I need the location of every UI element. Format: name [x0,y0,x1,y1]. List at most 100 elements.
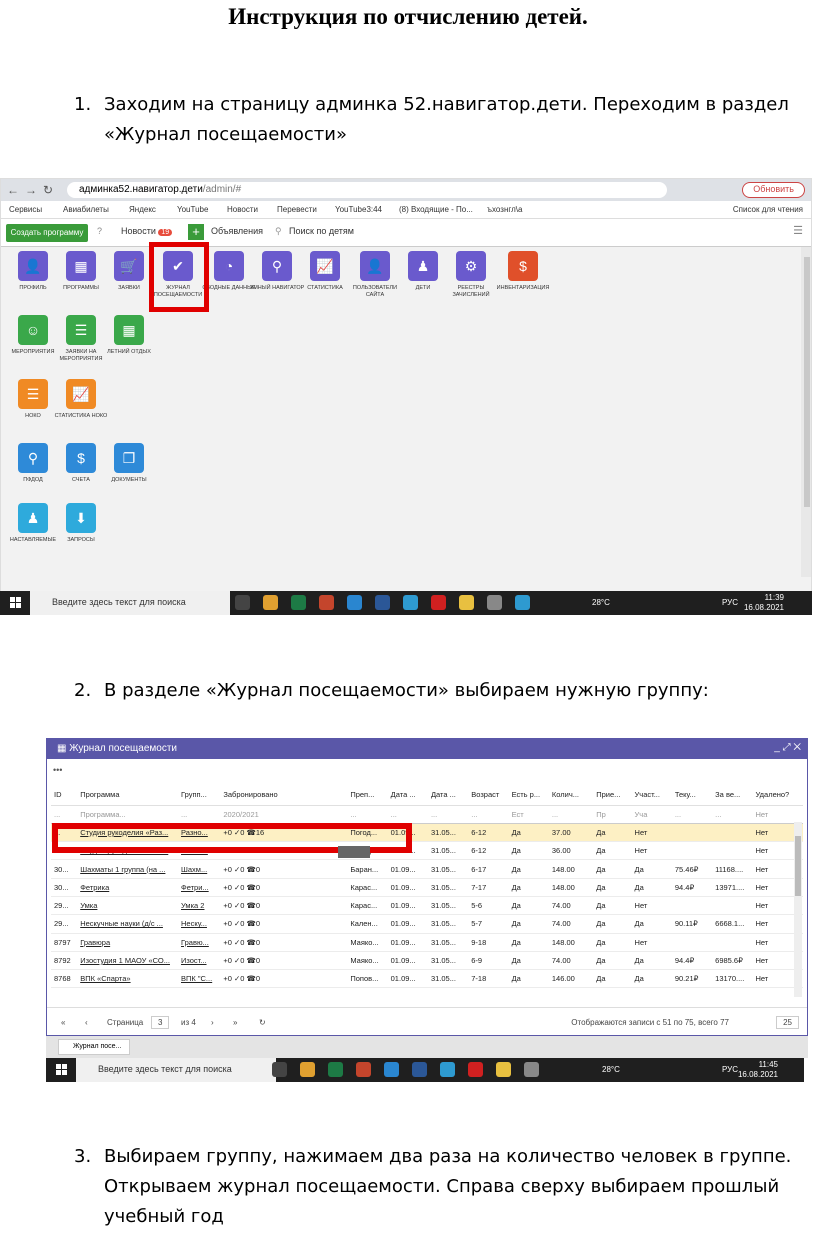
bookmark-item[interactable]: YouTube3:44 [335,205,382,214]
task-view-icon[interactable] [235,595,250,610]
folder-icon[interactable] [496,1062,511,1077]
word-icon[interactable] [375,595,390,610]
column-header[interactable]: Дата ... [427,785,469,806]
lang-indicator[interactable]: РУС [722,1065,738,1074]
filter-input[interactable]: 2020/2021 [220,805,348,824]
column-header[interactable]: Дата ... [387,785,428,806]
chrome-icon[interactable] [300,1062,315,1077]
opera-icon[interactable] [468,1062,483,1077]
settings-icon[interactable] [487,595,502,610]
column-header[interactable]: Удалено? [752,785,803,806]
column-header[interactable]: Возраст [468,785,509,806]
filter-input[interactable]: ... [387,805,428,824]
first-page-icon[interactable]: « [61,1018,65,1027]
filter-input[interactable]: ... [671,805,713,824]
filter-input[interactable]: Уча [631,805,672,824]
filter-input[interactable]: ... [51,805,78,824]
bookmark-item[interactable]: Авиабилеты [63,205,109,214]
journal-tab[interactable]: Журнал посе... [58,1039,130,1055]
app-tile[interactable]: $ ИНВЕНТАРИЗАЦИЯ [493,251,553,292]
word-icon[interactable] [412,1062,427,1077]
windows-start-icon[interactable] [10,597,21,608]
filter-input[interactable]: ... [427,805,469,824]
reading-list-link[interactable]: Список для чтения [733,205,803,214]
help-app-icon[interactable] [515,595,530,610]
excel-icon[interactable] [328,1062,343,1077]
back-icon[interactable]: ← [7,183,19,197]
clock[interactable]: 11:45 16.08.2021 [738,1060,778,1080]
filter-input[interactable]: Нет [752,805,803,824]
filter-input[interactable]: ... [548,805,594,824]
table-row[interactable]: 8797 Гравюра Гравю... +0 ✓0 ☎0 Маяко... 01.09… [51,933,803,952]
app-tile[interactable]: ▦ ЛЕТНИЙ ОТДЫХ [99,315,159,356]
more-options-button[interactable]: ••• [53,765,62,775]
table-row[interactable]: 8792 Изостудия 1 МАОУ «СО... Изост... +0 ✓0… [51,951,803,971]
menu-icon[interactable]: ☰ [793,224,803,237]
app-icon[interactable] [403,595,418,610]
prev-page-icon[interactable]: ‹ [85,1018,88,1027]
filter-input[interactable]: ... [712,805,753,824]
table-row[interactable]: 30... Шахматы 1 группа (на ... Шахм... +0 ✓… [51,859,803,879]
reload-icon[interactable]: ↻ [43,183,53,197]
next-page-icon[interactable]: › [211,1018,214,1027]
update-button[interactable]: Обновить [742,182,805,198]
column-header[interactable]: Есть р... [508,785,549,806]
window-controls[interactable]: _ ⤢ ✕ [774,742,801,753]
lang-indicator[interactable]: РУС [722,598,738,607]
table-row[interactable]: 29... Умка Умка 2 +0 ✓0 ☎0 Карас... 01.09... 3… [51,896,803,916]
last-page-icon[interactable]: » [233,1018,237,1027]
filter-input[interactable]: ... [468,805,509,824]
edge-icon[interactable] [347,595,362,610]
taskbar-search-input[interactable]: Введите здесь текст для поиска [76,1058,276,1082]
bookmark-item[interactable]: Яндекс [129,205,156,214]
chrome-icon[interactable] [263,595,278,610]
app-icon[interactable] [440,1062,455,1077]
scrollbar-thumb[interactable] [795,836,801,896]
bookmark-item[interactable]: Перевести [277,205,317,214]
edge-icon[interactable] [384,1062,399,1077]
column-header[interactable]: Участ... [631,785,672,806]
bookmark-item[interactable]: (8) Входящие - По... [399,205,473,214]
refresh-icon[interactable]: ↻ [259,1018,266,1027]
forward-icon[interactable]: → [25,183,37,197]
opera-icon[interactable] [431,595,446,610]
powerpoint-icon[interactable] [356,1062,371,1077]
table-row[interactable]: 30... Фетрика Фетри... +0 ✓0 ☎0 Карас... 01.0… [51,878,803,897]
taskbar-search-input[interactable]: Введите здесь текст для поиска [30,591,230,615]
table-row[interactable]: 8768 ВПК «Спарта» ВПК "С... +0 ✓0 ☎0 Попов..… [51,969,803,989]
folder-icon[interactable] [459,595,474,610]
child-search-button[interactable]: Поиск по детям [289,226,354,236]
page-input[interactable]: 3 [151,1016,170,1029]
column-header[interactable]: За ве... [712,785,753,806]
add-button[interactable]: + [188,224,204,240]
bookmark-item[interactable]: Новости [227,205,258,214]
settings-icon[interactable] [524,1062,539,1077]
column-header[interactable]: ID [51,785,78,806]
app-tile[interactable]: ⚙ РЕЕСТРЫ ЗАЧИСЛЕНИЙ [441,251,501,299]
excel-icon[interactable] [291,595,306,610]
column-header[interactable]: Прие... [593,785,632,806]
url-field[interactable]: админка52.навигатор.дети/admin/# [67,182,667,198]
table-scrollbar[interactable] [794,822,802,997]
bookmark-item[interactable]: Сервисы [9,205,42,214]
filter-input[interactable]: Программа... [77,805,178,824]
column-header[interactable]: Забронировано [220,785,348,806]
column-header[interactable]: Преп... [347,785,388,806]
column-header[interactable]: Групп... [178,785,221,806]
filter-input[interactable]: Пр [593,805,632,824]
column-header[interactable]: Теку... [671,785,713,806]
filter-input[interactable]: Ест [508,805,549,824]
app-tile[interactable]: ❐ ДОКУМЕНТЫ [99,443,159,484]
scrollbar-thumb[interactable] [804,257,810,507]
create-program-button[interactable]: Создать программу [6,224,88,242]
app-tile[interactable]: ⬇ ЗАПРОСЫ [51,503,111,544]
clock[interactable]: 11:39 16.08.2021 [744,593,784,613]
filter-input[interactable]: ... [347,805,388,824]
help-icon[interactable]: ? [97,226,102,236]
column-header[interactable]: Программа [77,785,178,806]
task-view-icon[interactable] [272,1062,287,1077]
app-tile[interactable]: 📈 СТАТИСТИКА НОКО [51,379,111,420]
filter-input[interactable]: ... [178,805,221,824]
news-button[interactable]: Новости 19 [121,226,173,236]
powerpoint-icon[interactable] [319,595,334,610]
